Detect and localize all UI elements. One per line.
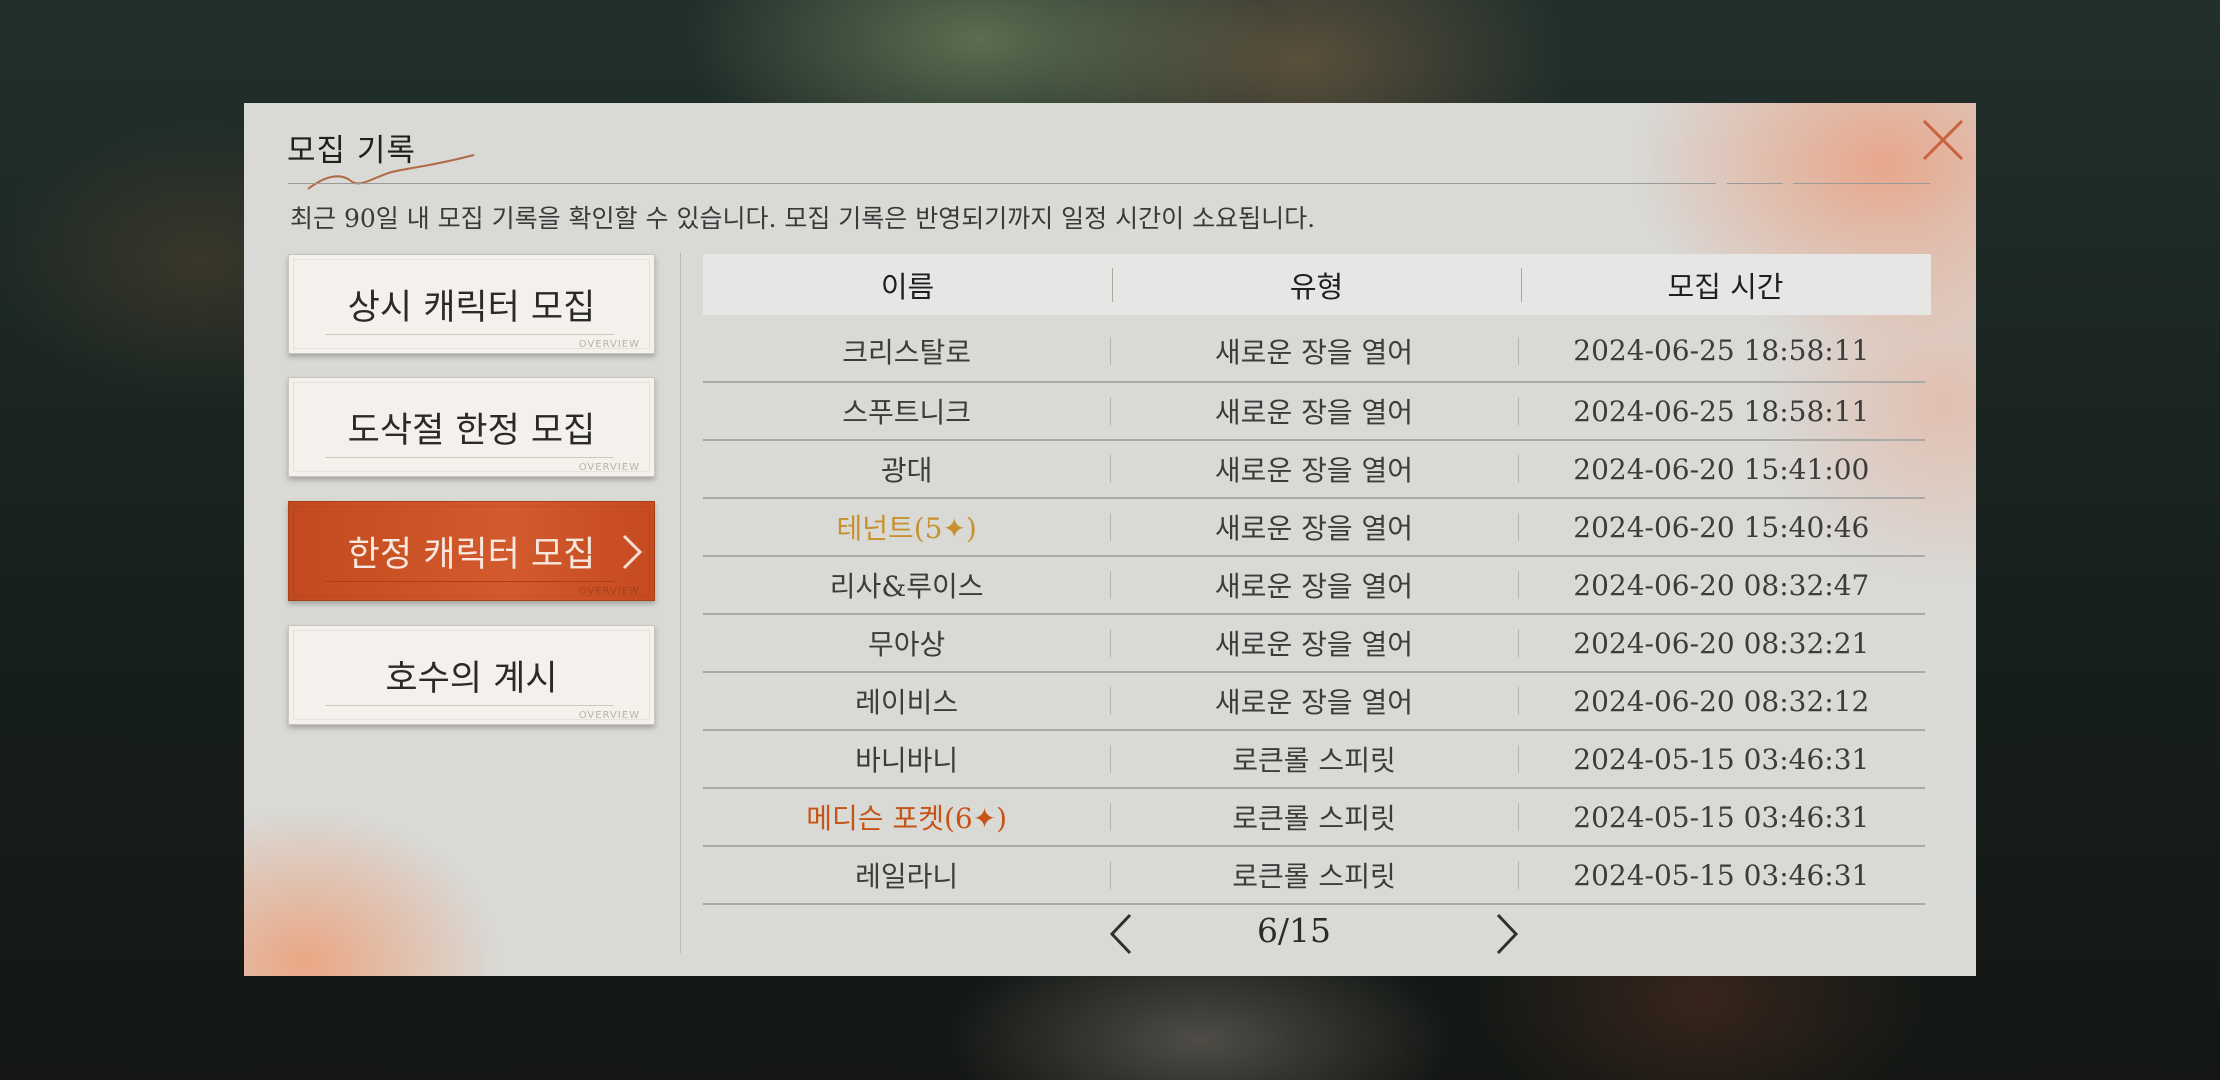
cell-type: 로큰롤 스피릿 (1110, 855, 1517, 895)
category-decoration-line (325, 334, 614, 345)
category-tag: OVERVIEW (578, 710, 640, 721)
page-indicator: 6/15 (1256, 911, 1332, 950)
column-header-name: 이름 (880, 269, 935, 304)
cell-name: 레이비스 (855, 686, 959, 719)
cell-time: 2024-06-20 15:40:46 (1518, 511, 1925, 544)
cell-name: 바니바니 (855, 744, 959, 777)
cell-type: 새로운 장을 열어 (1110, 391, 1517, 431)
table-row: 레이비스 새로운 장을 열어 2024-06-20 08:32:12 (703, 673, 1925, 731)
cell-type: 새로운 장을 열어 (1110, 507, 1517, 547)
cell-type: 새로운 장을 열어 (1110, 681, 1517, 721)
cell-name: 무아상 (868, 628, 946, 661)
cell-name: 리사&루이스 (829, 570, 984, 603)
category-label: 호수의 계시 (385, 658, 558, 699)
category-decoration-line (325, 457, 614, 468)
panel-divider (680, 253, 681, 953)
category-tag: OVERVIEW (578, 462, 640, 473)
category-limited-recruit[interactable]: 한정 캐릭터 모집 OVERVIEW (288, 501, 655, 601)
cell-name-rare: 테넌트(5✦) (836, 512, 977, 545)
table-row: 리사&루이스 새로운 장을 열어 2024-06-20 08:32:47 (703, 557, 1925, 615)
cell-type: 새로운 장을 열어 (1110, 449, 1517, 489)
table-row: 메디슨 포켓(6✦) 로큰롤 스피릿 2024-05-15 03:46:31 (703, 789, 1925, 847)
cell-time: 2024-06-20 08:32:12 (1518, 685, 1925, 718)
cell-type: 새로운 장을 열어 (1110, 623, 1517, 663)
recruit-history-dialog: 모집 기록 최근 90일 내 모집 기록을 확인할 수 있습니다. 모집 기록은… (244, 103, 1976, 976)
cell-type: 새로운 장을 열어 (1110, 331, 1517, 371)
category-festival-recruit[interactable]: 도삭절 한정 모집 OVERVIEW (288, 377, 655, 477)
table-header: 이름 유형 모집 시간 (703, 254, 1931, 315)
category-tag: OVERVIEW (578, 339, 640, 350)
category-standard-recruit[interactable]: 상시 캐릭터 모집 OVERVIEW (288, 254, 655, 354)
category-lake-revelation[interactable]: 호수의 계시 OVERVIEW (288, 625, 655, 725)
category-label: 상시 캐릭터 모집 (347, 287, 596, 328)
cell-time: 2024-06-20 08:32:21 (1518, 627, 1925, 660)
cell-type: 로큰롤 스피릿 (1110, 797, 1517, 837)
category-decoration-line (325, 581, 614, 592)
category-label: 한정 캐릭터 모집 (347, 534, 596, 575)
cell-time: 2024-05-15 03:46:31 (1518, 859, 1925, 892)
cell-time: 2024-05-15 03:46:31 (1518, 743, 1925, 776)
cell-name: 레일라니 (855, 860, 959, 893)
title-swoosh-decoration (307, 154, 475, 190)
cell-time: 2024-06-25 18:58:11 (1518, 395, 1925, 428)
title-underline-segment (1727, 183, 1783, 184)
next-page-button[interactable] (1492, 911, 1522, 957)
cell-name-rare: 메디슨 포켓(6✦) (806, 802, 1008, 835)
column-header-time: 모집 시간 (1521, 264, 1930, 306)
table-row: 테넌트(5✦) 새로운 장을 열어 2024-06-20 15:40:46 (703, 499, 1925, 557)
chevron-right-icon (622, 534, 643, 570)
title-underline-segment (1793, 183, 1930, 184)
chevron-right-icon (1496, 913, 1519, 955)
cell-type: 로큰롤 스피릿 (1110, 739, 1517, 779)
category-label: 도삭절 한정 모집 (347, 410, 596, 451)
cell-name: 크리스탈로 (842, 335, 972, 369)
cell-name: 광대 (880, 454, 933, 487)
cell-time: 2024-06-20 15:41:00 (1518, 453, 1925, 486)
table-row: 스푸트니크 새로운 장을 열어 2024-06-25 18:58:11 (703, 383, 1925, 441)
chevron-left-icon (1109, 913, 1132, 955)
cell-type: 새로운 장을 열어 (1110, 565, 1517, 605)
table-row: 무아상 새로운 장을 열어 2024-06-20 08:32:21 (703, 615, 1925, 673)
table-row: 광대 새로운 장을 열어 2024-06-20 15:41:00 (703, 441, 1925, 499)
cell-time: 2024-06-20 08:32:47 (1518, 569, 1925, 602)
cell-time: 2024-05-15 03:46:31 (1518, 801, 1925, 834)
table-row: 바니바니 로큰롤 스피릿 2024-05-15 03:46:31 (703, 731, 1925, 789)
close-icon (1922, 119, 1964, 161)
category-decoration-line (325, 705, 614, 716)
cell-time: 2024-06-25 18:58:11 (1518, 334, 1925, 367)
dialog-description: 최근 90일 내 모집 기록을 확인할 수 있습니다. 모집 기록은 반영되기까… (290, 204, 1316, 233)
table-body: 크리스탈로 새로운 장을 열어 2024-06-25 18:58:11 스푸트니… (703, 320, 1925, 905)
close-button[interactable] (1914, 111, 1970, 167)
previous-page-button[interactable] (1106, 911, 1136, 957)
table-row: 크리스탈로 새로운 장을 열어 2024-06-25 18:58:11 (703, 320, 1925, 383)
category-tag: OVERVIEW (578, 586, 640, 597)
column-header-type: 유형 (1112, 264, 1521, 306)
cell-name: 스푸트니크 (842, 396, 972, 429)
title-underline (288, 183, 1716, 184)
table-row: 레일라니 로큰롤 스피릿 2024-05-15 03:46:31 (703, 847, 1925, 905)
